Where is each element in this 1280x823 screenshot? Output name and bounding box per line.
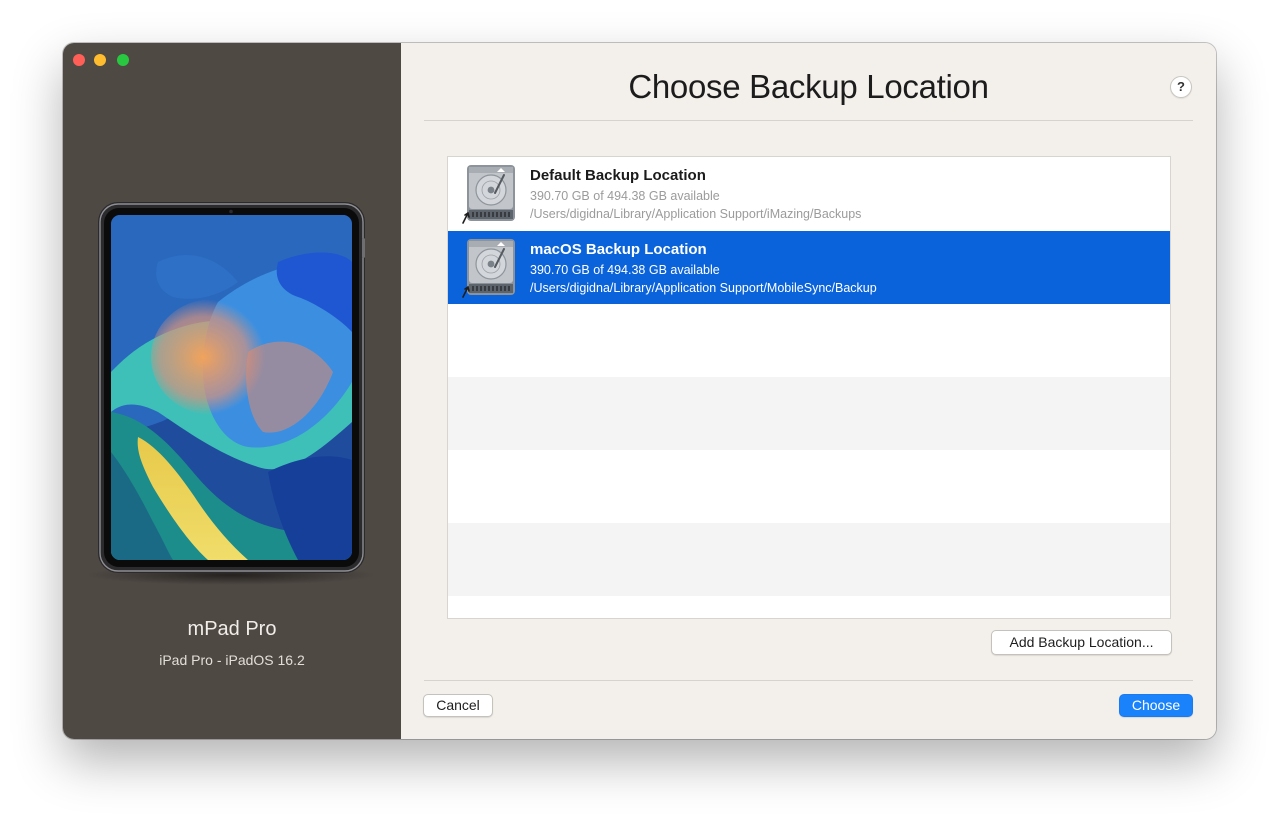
location-path: /Users/digidna/Library/Application Suppo… xyxy=(530,281,877,295)
footer-divider xyxy=(424,680,1193,681)
ipad-device-image xyxy=(98,202,365,573)
hard-drive-icon xyxy=(461,163,519,225)
backup-location-row[interactable]: Default Backup Location 390.70 GB of 494… xyxy=(448,157,1170,230)
backup-location-list[interactable]: Default Backup Location 390.70 GB of 494… xyxy=(447,156,1171,619)
location-available-space: 390.70 GB of 494.38 GB available xyxy=(530,263,720,277)
device-sidebar: mPad Pro iPad Pro - iPadOS 16.2 xyxy=(63,43,401,739)
minimize-window-button[interactable] xyxy=(94,54,106,66)
hard-drive-icon xyxy=(461,237,519,299)
close-window-button[interactable] xyxy=(73,54,85,66)
empty-list-row xyxy=(448,596,1170,618)
empty-list-row xyxy=(448,304,1170,377)
location-available-space: 390.70 GB of 494.38 GB available xyxy=(530,189,720,203)
backup-location-window: mPad Pro iPad Pro - iPadOS 16.2 Choose B… xyxy=(63,43,1216,739)
main-panel: Choose Backup Location ? Default Backup … xyxy=(401,43,1216,739)
dialog-title: Choose Backup Location xyxy=(628,68,989,105)
empty-list-row xyxy=(448,523,1170,596)
cancel-button[interactable]: Cancel xyxy=(423,694,493,717)
device-model-os: iPad Pro - iPadOS 16.2 xyxy=(159,652,305,668)
zoom-window-button[interactable] xyxy=(117,54,129,66)
location-name: macOS Backup Location xyxy=(530,241,707,258)
location-name: Default Backup Location xyxy=(530,167,706,184)
help-button[interactable]: ? xyxy=(1170,76,1192,98)
empty-list-row xyxy=(448,450,1170,523)
add-backup-location-button[interactable]: Add Backup Location... xyxy=(991,630,1172,655)
header-divider xyxy=(424,120,1193,121)
location-path: /Users/digidna/Library/Application Suppo… xyxy=(530,207,862,221)
backup-location-row-selected[interactable]: macOS Backup Location 390.70 GB of 494.3… xyxy=(448,231,1170,304)
choose-button[interactable]: Choose xyxy=(1119,694,1193,717)
empty-list-row xyxy=(448,377,1170,450)
device-name: mPad Pro xyxy=(187,618,277,640)
